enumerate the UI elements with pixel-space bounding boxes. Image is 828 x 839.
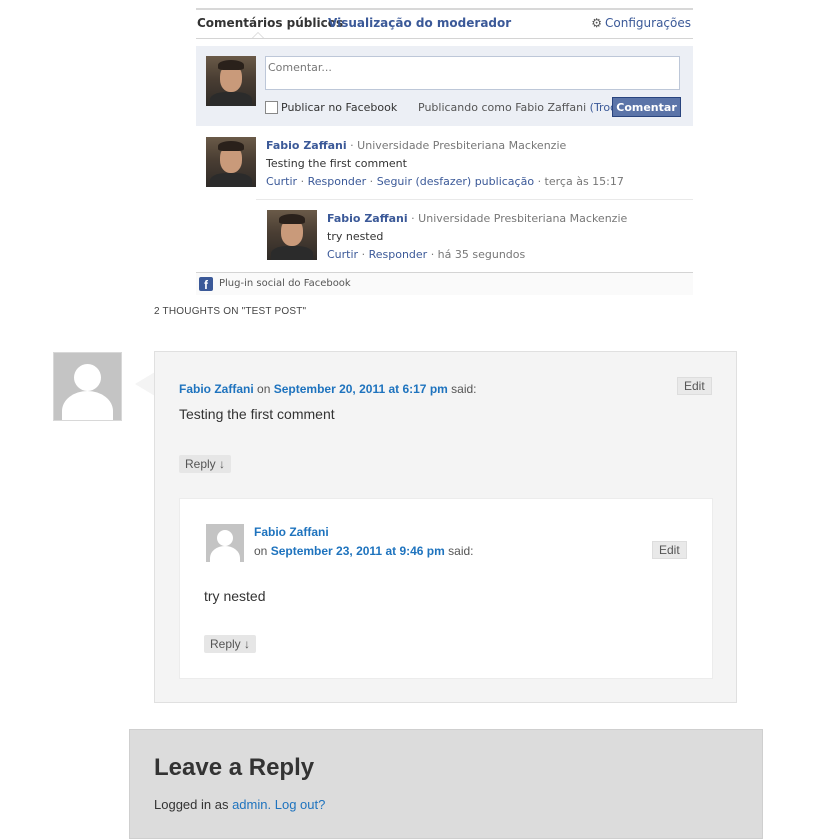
reply-link[interactable]: Responder <box>308 175 367 188</box>
publish-on-facebook-label: Publicar no Facebook <box>281 101 398 114</box>
comment-date-link[interactable]: September 20, 2011 at 6:17 pm <box>274 382 448 396</box>
said-label: said: <box>451 382 477 396</box>
avatar <box>206 56 256 106</box>
said-label: said: <box>448 544 474 558</box>
profile-photo <box>206 56 256 106</box>
comment-body: try nested <box>327 230 384 243</box>
checkbox-icon[interactable] <box>265 101 278 114</box>
comment-affiliation: · Universidade Presbiteriana Mackenzie <box>350 139 567 152</box>
comment-date-link[interactable]: September 23, 2011 at 9:46 pm <box>271 544 445 558</box>
avatar <box>206 524 244 562</box>
reply-button[interactable]: Reply ↓ <box>204 635 257 653</box>
edit-button[interactable]: Edit <box>652 541 687 559</box>
edit-button[interactable]: Edit <box>677 377 712 395</box>
comments-tabs: Comentários públicos · Visualização do m… <box>196 10 693 39</box>
tab-moderator-view[interactable]: Visualização do moderador <box>328 16 511 30</box>
comment-meta: on September 23, 2011 at 9:46 pm said: <box>254 544 474 558</box>
logged-in-text: Logged in as admin. Log out? <box>154 797 325 812</box>
tab-separator: · <box>321 16 325 30</box>
fb-comment: Fabio Zaffani · Universidade Presbiteria… <box>327 212 627 261</box>
user-profile-link[interactable]: admin. <box>232 797 271 812</box>
submit-comment-button[interactable]: Comentar <box>612 97 681 117</box>
comment-actions: Curtir · Responder · Seguir (desfazer) p… <box>266 175 624 188</box>
plugin-footer: f Plug-in social do Facebook <box>196 272 693 295</box>
avatar[interactable] <box>267 210 317 260</box>
fb-comment: Fabio Zaffani · Universidade Presbiteria… <box>266 139 624 188</box>
profile-photo <box>267 210 317 260</box>
logout-link[interactable]: Log out? <box>275 797 326 812</box>
nested-comment-card: Fabio Zaffani on September 23, 2011 at 9… <box>179 498 713 679</box>
avatar <box>53 352 122 421</box>
leave-reply-section: Leave a Reply Logged in as admin. Log ou… <box>129 729 763 839</box>
comments-count-heading: 2 THOUGHTS ON "TEST POST" <box>154 306 307 317</box>
comment-body: Testing the first comment <box>179 406 335 422</box>
comment-timestamp: · há 35 segundos <box>430 248 526 261</box>
comment-timestamp: · terça às 15:17 <box>537 175 624 188</box>
reply-button[interactable]: Reply ↓ <box>179 455 232 473</box>
reply-link[interactable]: Responder <box>369 248 428 261</box>
publish-on-facebook-checkbox[interactable]: Publicar no Facebook <box>265 101 397 114</box>
comment-body: try nested <box>204 588 266 604</box>
profile-photo <box>206 137 256 187</box>
posting-as-text: Publicando como Fabio Zaffani (Trocar) <box>418 101 632 114</box>
comment-author-link[interactable]: Fabio Zaffani <box>179 382 254 396</box>
comment-author-link[interactable]: Fabio Zaffani <box>266 139 347 152</box>
follow-post-link[interactable]: Seguir (desfazer) publicação <box>377 175 534 188</box>
logged-in-label: Logged in as <box>154 797 229 812</box>
leave-reply-title: Leave a Reply <box>154 754 315 781</box>
active-tab-indicator <box>252 32 264 38</box>
comment-meta: Fabio Zaffani on September 20, 2011 at 6… <box>179 382 477 396</box>
settings-label: Configurações <box>605 16 691 30</box>
comment-author-link[interactable]: Fabio Zaffani <box>254 525 329 539</box>
social-plugin-link[interactable]: Plug-in social do Facebook <box>219 278 351 289</box>
facebook-logo-icon[interactable]: f <box>199 277 213 292</box>
comment-author-link[interactable]: Fabio Zaffani <box>327 212 408 225</box>
comment-actions: Curtir · Responder · há 35 segundos <box>327 248 526 261</box>
on-label: on <box>254 544 268 558</box>
gear-icon: ⚙ <box>591 16 603 30</box>
like-link[interactable]: Curtir <box>266 175 297 188</box>
on-label: on <box>257 382 271 396</box>
settings-link[interactable]: ⚙ Configurações <box>591 16 691 30</box>
comment-input[interactable]: Comentar... <box>265 56 680 90</box>
avatar[interactable] <box>206 137 256 187</box>
comment-body: Testing the first comment <box>266 157 407 170</box>
comment-meta: Fabio Zaffani <box>254 525 329 539</box>
comment-pointer <box>135 372 155 396</box>
comment-composer: Comentar... Publicar no Facebook Publica… <box>196 46 693 126</box>
like-link[interactable]: Curtir <box>327 248 358 261</box>
comment-affiliation: · Universidade Presbiteriana Mackenzie <box>411 212 628 225</box>
posting-as-label: Publicando como Fabio Zaffani <box>418 101 587 114</box>
divider <box>256 199 693 200</box>
